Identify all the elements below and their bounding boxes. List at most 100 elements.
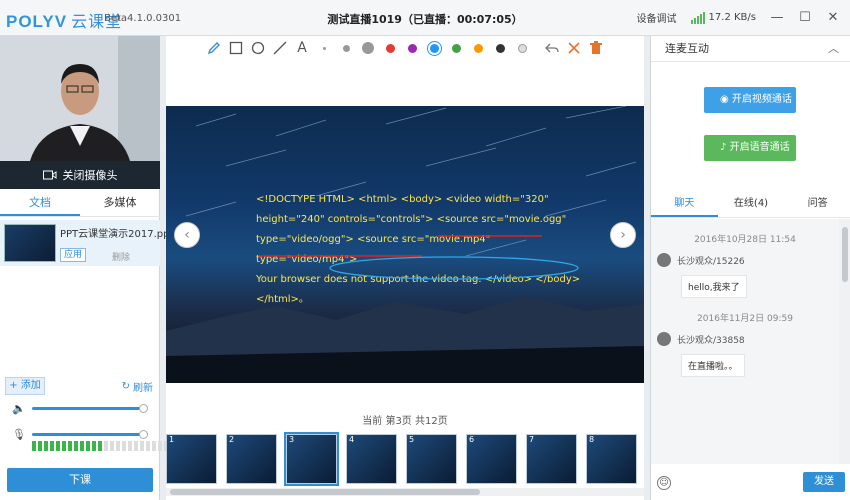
close-camera-label: 关闭摄像头 [62,169,118,182]
thumbnail-scrollbar[interactable] [166,488,644,496]
voice-call-button[interactable]: ♪ 开启语音通话 [704,135,796,161]
chat-scrollbar[interactable] [839,219,850,464]
title-bar: POLYV 云课堂 Beta4.1.0.0301 测试直播1019（已直播：00:… [0,0,850,36]
camera-icon [42,170,56,180]
avatar [657,253,671,267]
refresh-icon: ↻ [121,381,130,392]
chat-messages: 2016年10月28日 11:54 长沙观众/15226 hello,我来了 2… [651,219,839,464]
slide-code-line: <!DOCTYPE HTML> <html> <body> <video wid… [256,194,549,205]
message-user: 长沙观众/33858 [651,332,839,346]
pen-icon[interactable] [203,38,225,58]
document-item[interactable]: PPT云课堂演示2017.pptx 应用 删除 [0,220,179,266]
whiteboard-panel: A <!DOCTYPE HTML> <html> <body> <video w… [166,36,644,500]
message-bubble: hello,我来了 [681,275,747,298]
avatar [657,332,671,346]
thumbnail-number: 1 [169,435,175,444]
end-class-button[interactable]: 下课 [7,468,153,492]
interaction-header: 连麦互动 ︿ [651,36,850,62]
slide-code-line: type="video/ogg"> <source src="movie.mp4… [256,234,491,265]
color-swatch[interactable] [423,38,445,58]
thumbnail-number: 3 [289,435,295,444]
close-icon[interactable]: ✕ [826,10,840,25]
message-bubble: 在直播啦。。 [681,354,745,377]
thumbnail-number: 8 [589,435,595,444]
tab-multimedia[interactable]: 多媒体 [80,189,160,216]
color-swatch[interactable] [445,38,467,58]
left-tabs: 文档 多媒体 [0,189,160,217]
mic-volume-slider[interactable] [32,433,142,436]
slide-thumbnail[interactable]: 7 [526,434,577,484]
delete-button[interactable]: 删除 [112,250,130,263]
left-panel: 关闭摄像头 文档 多媒体 PPT云课堂演示2017.pptx 应用 删除 + 添… [0,36,179,500]
thumbnail-number: 4 [349,435,355,444]
rectangle-icon[interactable] [225,38,247,58]
color-swatch[interactable] [489,38,511,58]
document-thumbnail [4,224,56,262]
message-timestamp: 2016年11月2日 09:59 [697,314,793,324]
chevron-up-icon[interactable]: ︿ [828,36,839,62]
text-icon[interactable]: A [291,38,313,58]
slide-thumbnail[interactable]: 1 [166,434,217,484]
line-icon[interactable] [269,38,291,58]
slide-thumbnails: 1 2 3 4 5 6 7 8 [166,432,644,486]
slide-thumbnail[interactable]: 2 [226,434,277,484]
speaker-volume-slider[interactable] [32,407,142,410]
mic-volume-knob[interactable] [139,430,148,439]
slide-thumbnail[interactable]: 8 [586,434,637,484]
thumbnail-number: 2 [229,435,235,444]
thumbnail-number: 7 [529,435,535,444]
pen-size-medium[interactable] [335,38,357,58]
pen-size-large[interactable] [357,38,379,58]
slide-thumbnail[interactable]: 4 [346,434,397,484]
presenter-image [0,36,160,161]
tab-qa[interactable]: 问答 [784,190,850,217]
previous-slide-button[interactable]: ‹ [174,222,200,248]
message-user: 长沙观众/15226 [651,253,839,267]
pen-size-small[interactable] [313,38,335,58]
right-panel: 连麦互动 ︿ ◉ 开启视频通话 ♪ 开启语音通话 聊天 在线(4) 问答 201… [650,36,850,500]
slide-code-text: <!DOCTYPE HTML> <html> <body> <video wid… [256,190,586,310]
page-indicator: 当前 第3页 共12页 [362,416,448,427]
microphone-icon: 🎙 [12,428,26,441]
device-test-link[interactable]: 设备调试 [637,10,677,25]
color-swatch[interactable] [379,38,401,58]
send-button[interactable]: 发送 [803,472,845,492]
refresh-button[interactable]: ↻ 刷新 [122,379,153,394]
message-timestamp: 2016年10月28日 11:54 [694,235,796,245]
undo-icon[interactable] [541,38,563,58]
slide-code-line: Your browser does not support the video … [256,274,581,285]
slide-thumbnail[interactable]: 3 [284,432,339,486]
chat-tabs: 聊天 在线(4) 问答 [651,190,850,218]
close-camera-button[interactable]: 关闭摄像头 [0,161,160,189]
microphone-call-icon: ♪ [720,142,727,153]
tab-online[interactable]: 在线(4) [718,190,785,217]
video-call-icon: ◉ [720,94,729,105]
slide-code-line: height="240" controls="controls"> <sourc… [256,214,567,225]
next-slide-button[interactable]: › [610,222,636,248]
thumbnail-number: 6 [469,435,475,444]
tab-documents[interactable]: 文档 [0,189,80,216]
thumbnail-number: 5 [409,435,415,444]
slide-thumbnail[interactable]: 5 [406,434,457,484]
maximize-icon[interactable]: ☐ [798,10,812,25]
clear-icon[interactable] [563,38,585,58]
signal-icon [690,11,705,24]
video-call-button[interactable]: ◉ 开启视频通话 [704,87,796,113]
drawing-toolbar: A [166,36,644,60]
tab-chat[interactable]: 聊天 [651,190,718,217]
speaker-volume-knob[interactable] [139,404,148,413]
color-swatch[interactable] [511,38,533,58]
slide-view: <!DOCTYPE HTML> <html> <body> <video wid… [166,106,644,383]
add-button[interactable]: + 添加 [5,377,45,395]
circle-icon[interactable] [247,38,269,58]
color-swatch[interactable] [401,38,423,58]
slide-code-line: </html>。 [256,294,309,305]
apply-button[interactable]: 应用 [60,248,86,262]
minimize-icon[interactable]: — [770,10,784,25]
color-swatch[interactable] [467,38,489,58]
trash-icon[interactable] [585,38,607,58]
emoji-icon[interactable]: ☺ [657,476,671,490]
document-name: PPT云课堂演示2017.pptx [60,229,180,240]
mic-level-meter [32,441,174,451]
slide-thumbnail[interactable]: 6 [466,434,517,484]
